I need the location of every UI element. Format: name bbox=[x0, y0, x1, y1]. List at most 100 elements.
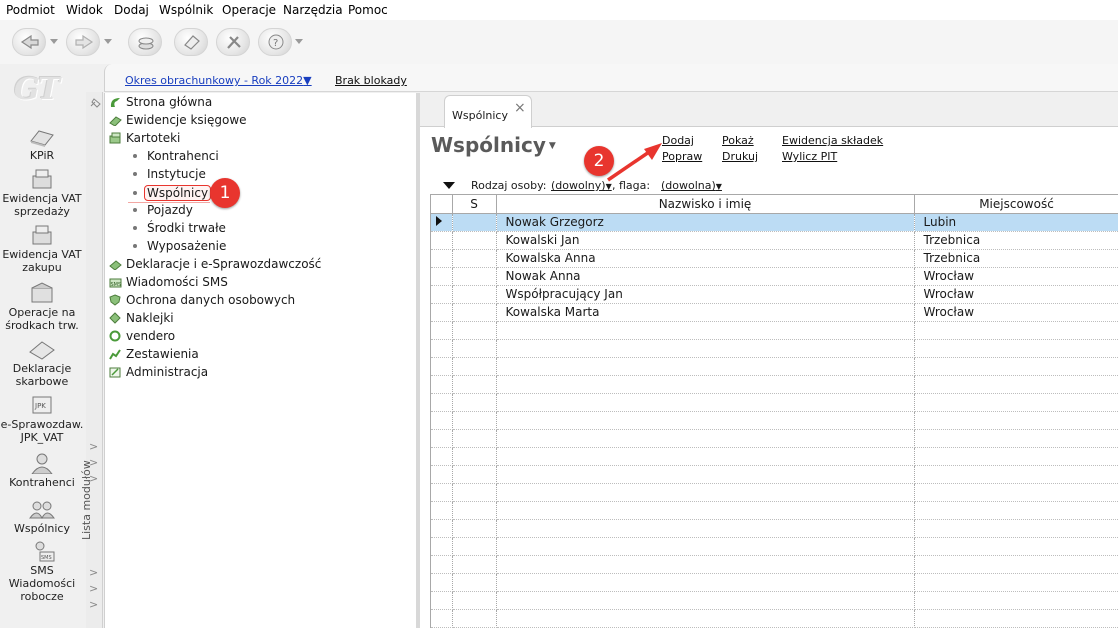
cell-city: Wrocław bbox=[914, 303, 1118, 322]
menu-narzedzia[interactable]: Narzędzia bbox=[283, 3, 343, 17]
menu-podmiot[interactable]: Podmiot bbox=[6, 3, 55, 17]
back-caret-icon[interactable] bbox=[50, 39, 58, 44]
navigation-tree: Strona główna Ewidencje księgowe Kartote… bbox=[90, 93, 420, 628]
row-indicator bbox=[431, 231, 453, 250]
tree-item-wspolnicy[interactable]: Wspólnicy bbox=[133, 185, 212, 201]
page-title[interactable]: Wspólnicy ▼ bbox=[431, 133, 556, 157]
module-partners[interactable]: Wspólnicy bbox=[0, 498, 84, 535]
forward-caret-icon[interactable] bbox=[104, 39, 112, 44]
empty-cell bbox=[431, 429, 453, 448]
menu-dodaj[interactable]: Dodaj bbox=[114, 3, 149, 17]
module-sms[interactable]: SMS SMS Wiadomości robocze bbox=[0, 540, 84, 603]
empty-cell bbox=[452, 357, 497, 376]
empty-cell bbox=[431, 393, 453, 412]
back-button[interactable] bbox=[12, 28, 46, 56]
menu-widok[interactable]: Widok bbox=[66, 3, 103, 17]
empty-cell bbox=[914, 537, 1118, 556]
empty-cell bbox=[452, 537, 497, 556]
close-icon[interactable]: × bbox=[514, 100, 526, 116]
module-tax-declarations[interactable]: Deklaracje skarbowe bbox=[0, 338, 84, 388]
chevron-right-icon[interactable]: > bbox=[89, 440, 98, 453]
menu-pomoc[interactable]: Pomoc bbox=[348, 3, 388, 17]
chevron-right-icon[interactable]: > bbox=[89, 582, 98, 595]
tree-item-home[interactable]: Strona główna bbox=[109, 95, 212, 109]
collapse-filter-icon[interactable] bbox=[443, 182, 455, 189]
current-row-icon bbox=[436, 216, 442, 226]
flaga-select[interactable]: (dowolna)▼ bbox=[661, 179, 722, 192]
table-row[interactable]: Nowak Grzegorz Lubin bbox=[431, 213, 1118, 232]
drukuj-link[interactable]: Drukuj bbox=[722, 150, 758, 163]
module-vat-sales[interactable]: Ewidencja VAT sprzedaży bbox=[0, 168, 84, 218]
module-kpir[interactable]: KPiR bbox=[0, 125, 84, 162]
module-vat-purchase[interactable]: Ewidencja VAT zakupu bbox=[0, 224, 84, 274]
tab-wspolnicy[interactable]: Wspólnicy × bbox=[444, 95, 532, 128]
vendero-icon bbox=[109, 330, 121, 342]
toolbar: ? bbox=[0, 20, 1118, 64]
bullet-icon bbox=[133, 244, 137, 248]
table-row[interactable]: Kowalska Anna Trzebnica bbox=[431, 249, 1118, 268]
empty-cell bbox=[452, 519, 497, 538]
forward-button[interactable] bbox=[66, 28, 100, 56]
module-contractors[interactable]: Kontrahenci bbox=[0, 452, 84, 489]
tree-item-administracja[interactable]: Administracja bbox=[109, 365, 208, 379]
module-label: Operacje na środkach trw. bbox=[5, 306, 79, 332]
tree-item-kontrahenci[interactable]: Kontrahenci bbox=[133, 149, 219, 163]
pokaz-link[interactable]: Pokaż bbox=[722, 134, 754, 147]
column-header-s[interactable]: S bbox=[452, 195, 497, 214]
table-row[interactable]: Współpracujący Jan Wrocław bbox=[431, 285, 1118, 304]
empty-cell bbox=[431, 321, 453, 340]
tree-item-zestawienia[interactable]: Zestawienia bbox=[109, 347, 199, 361]
callout-badge-2: 2 bbox=[584, 146, 614, 176]
tree-item-pojazdy[interactable]: Pojazdy bbox=[133, 203, 193, 217]
tree-item-deklaracje[interactable]: Deklaracje i e-Sprawozdawczość bbox=[109, 257, 321, 271]
period-selector[interactable]: Okres obrachunkowy - Rok 2022▼ bbox=[125, 74, 312, 87]
bullet-icon bbox=[133, 154, 137, 158]
tree-item-vendero[interactable]: vendero bbox=[109, 329, 175, 343]
vat-sales-icon bbox=[32, 169, 52, 189]
lock-status[interactable]: Brak blokady bbox=[335, 74, 407, 87]
module-list-bar[interactable] bbox=[86, 92, 103, 628]
rodzaj-osoby-label: Rodzaj osoby: bbox=[471, 179, 547, 192]
tree-item-srodki-trwale[interactable]: Środki trwałe bbox=[133, 221, 226, 235]
chevron-right-icon[interactable]: > bbox=[89, 598, 98, 611]
tree-item-wyposazenie[interactable]: Wyposażenie bbox=[133, 239, 226, 253]
menu-operacje[interactable]: Operacje bbox=[222, 3, 276, 17]
wylicz-pit-link[interactable]: Wylicz PIT bbox=[782, 150, 837, 163]
empty-cell bbox=[496, 339, 915, 358]
tree-item-sms[interactable]: SMS Wiadomości SMS bbox=[109, 275, 228, 289]
tools-icon bbox=[227, 36, 241, 49]
bullet-icon bbox=[133, 172, 137, 176]
menu-wspolnik[interactable]: Wspólnik bbox=[159, 3, 213, 17]
table-row[interactable]: Nowak Anna Wrocław bbox=[431, 267, 1118, 286]
pin-icon[interactable] bbox=[89, 96, 103, 108]
empty-cell bbox=[914, 483, 1118, 502]
module-jpk[interactable]: JPK e-Sprawozdaw. JPK_VAT bbox=[0, 394, 84, 444]
help-caret-icon[interactable] bbox=[295, 39, 303, 44]
empty-cell bbox=[914, 609, 1118, 628]
empty-table-row bbox=[431, 555, 1118, 574]
cell-name: Kowalska Anna bbox=[496, 249, 915, 268]
help-button[interactable]: ? bbox=[258, 28, 292, 56]
settings-button[interactable] bbox=[128, 28, 162, 56]
module-fixed-assets[interactable]: Operacje na środkach trw. bbox=[0, 282, 84, 332]
chevron-right-icon[interactable]: > bbox=[89, 566, 98, 579]
tools-button[interactable] bbox=[216, 28, 250, 56]
ewidencja-skladek-link[interactable]: Ewidencja składek bbox=[782, 134, 883, 147]
tree-item-instytucje[interactable]: Instytucje bbox=[133, 167, 206, 181]
table-row[interactable]: Kowalski Jan Trzebnica bbox=[431, 231, 1118, 250]
column-header-city[interactable]: Miejscowość bbox=[914, 195, 1118, 214]
module-label: e-Sprawozdaw. JPK_VAT bbox=[0, 418, 84, 444]
eraser-button[interactable] bbox=[174, 28, 208, 56]
tree-item-ochrona[interactable]: Ochrona danych osobowych bbox=[109, 293, 295, 307]
column-header-name[interactable]: Nazwisko i imię bbox=[496, 195, 915, 214]
empty-cell bbox=[496, 501, 915, 520]
empty-cell bbox=[914, 591, 1118, 610]
cell-name: Kowalska Marta bbox=[496, 303, 915, 322]
tree-item-kartoteki[interactable]: Kartoteki bbox=[109, 131, 180, 145]
tree-item-naklejki[interactable]: Naklejki bbox=[109, 311, 174, 325]
tree-item-ledger[interactable]: Ewidencje księgowe bbox=[109, 113, 247, 127]
empty-cell bbox=[431, 591, 453, 610]
tab-label: Wspólnicy bbox=[452, 109, 508, 122]
table-row[interactable]: Kowalska Marta Wrocław bbox=[431, 303, 1118, 322]
empty-cell bbox=[496, 555, 915, 574]
